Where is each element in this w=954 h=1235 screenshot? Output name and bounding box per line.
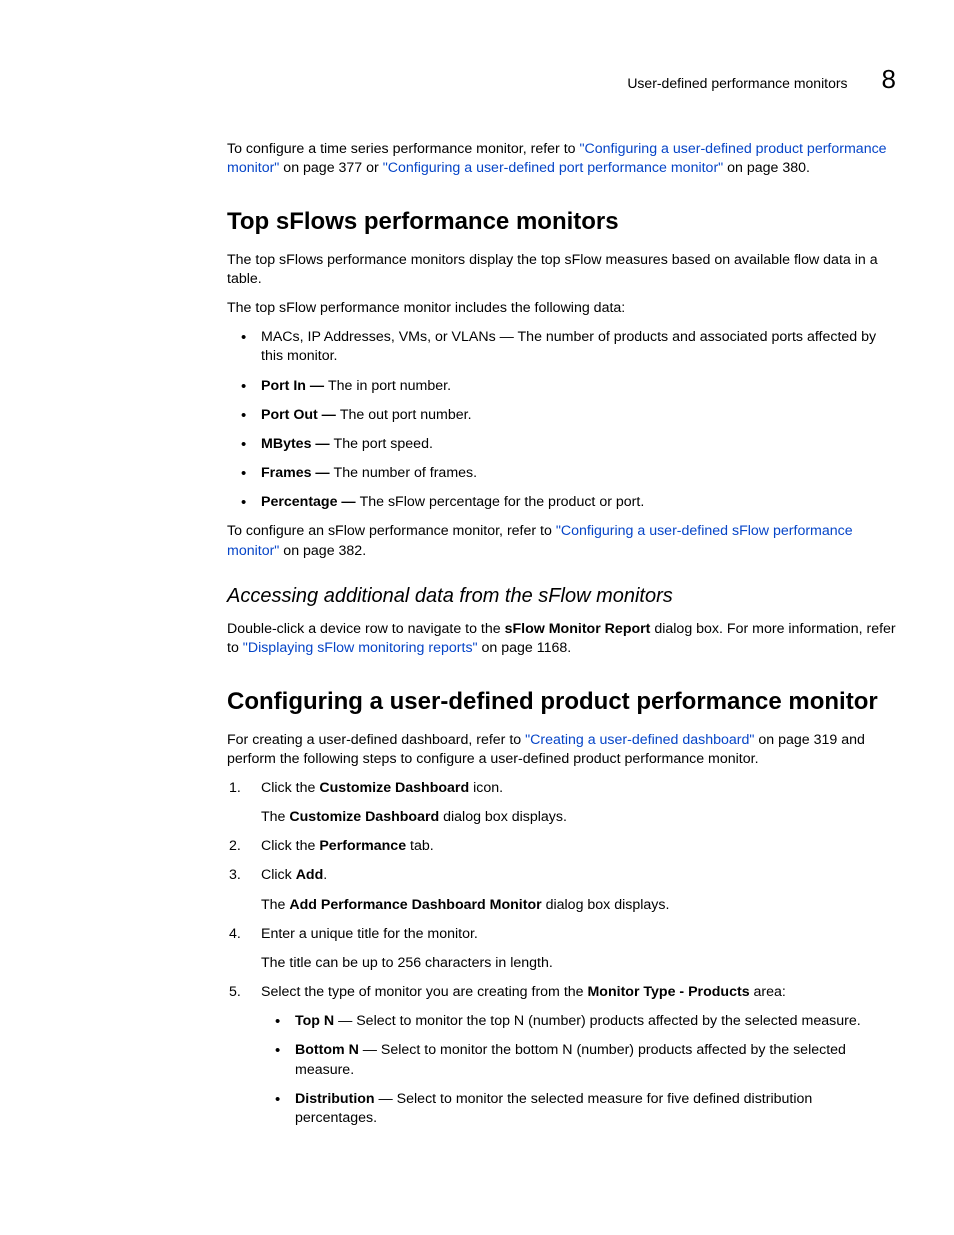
text: . [323,867,327,883]
link-creating-user-defined-dashboard[interactable]: "Creating a user-defined dashboard" [525,732,754,748]
term: Add Performance Dashboard Monitor [289,897,541,913]
text: dialog box displays. [542,897,670,913]
text: The [261,897,289,913]
text: on page 377 or [279,160,382,176]
link-port-perf-monitor[interactable]: "Configuring a user-defined port perform… [383,160,724,176]
paragraph: The top sFlows performance monitors disp… [227,251,896,289]
term: Frames — [261,465,334,481]
page: User-defined performance monitors 8 To c… [0,0,954,1235]
header-title: User-defined performance monitors [627,74,847,93]
term: MBytes — [261,436,334,452]
step-item: Click the Performance tab. [227,837,896,856]
term: Port Out — [261,407,340,423]
term: Monitor Type - Products [587,984,749,1000]
text: To configure an sFlow performance monito… [227,523,556,539]
substep: The title can be up to 256 characters in… [261,954,896,973]
subheading-accessing-data: Accessing additional data from the sFlow… [227,583,896,610]
paragraph: Double-click a device row to navigate to… [227,620,896,658]
text: The [261,809,289,825]
text: The number of frames. [334,465,478,481]
paragraph: To configure an sFlow performance monito… [227,522,896,560]
text: Double-click a device row to navigate to… [227,621,505,637]
running-header: User-defined performance monitors 8 [627,62,896,97]
list-item: Bottom N — Select to monitor the bottom … [261,1041,896,1079]
term: Add [296,867,324,883]
content: To configure a time series performance m… [227,140,896,1128]
step-item: Click the Customize Dashboard icon. The … [227,779,896,827]
steps-list: Click the Customize Dashboard icon. The … [227,779,896,1128]
inner-bullet-list: Top N — Select to monitor the top N (num… [261,1012,896,1128]
text: on page 382. [279,543,366,559]
text: — Select to monitor the bottom N (number… [295,1042,846,1077]
term: Port In — [261,378,328,394]
substep: The Customize Dashboard dialog box displ… [261,808,896,827]
text: tab. [406,838,434,854]
heading-configuring-user-defined: Configuring a user-defined product perfo… [227,686,896,718]
text: To configure a time series performance m… [227,141,579,157]
text: MACs, IP Addresses, VMs, or VLANs — The … [261,329,876,364]
list-item: Distribution — Select to monitor the sel… [261,1090,896,1128]
list-item: Frames — The number of frames. [227,464,896,483]
text: Enter a unique title for the monitor. [261,926,478,942]
text: on page 1168. [478,640,572,656]
text: The sFlow percentage for the product or … [360,494,645,510]
link-displaying-sflow-reports[interactable]: "Displaying sFlow monitoring reports" [243,640,478,656]
list-item: Port In — The in port number. [227,377,896,396]
list-item: MACs, IP Addresses, VMs, or VLANs — The … [227,328,896,366]
chapter-number: 8 [882,62,896,97]
list-item: Port Out — The out port number. [227,406,896,425]
text: on page 380. [723,160,810,176]
term: Performance [319,838,406,854]
bullet-list: MACs, IP Addresses, VMs, or VLANs — The … [227,328,896,512]
step-item: Click Add. The Add Performance Dashboard… [227,866,896,914]
text: — Select to monitor the top N (number) p… [334,1013,861,1029]
text: icon. [469,780,503,796]
paragraph: The top sFlow performance monitor includ… [227,299,896,318]
term: sFlow Monitor Report [505,621,651,637]
text: Click [261,867,296,883]
text: Click the [261,780,319,796]
term: Customize Dashboard [289,809,439,825]
text: Select the type of monitor you are creat… [261,984,587,1000]
term: Percentage — [261,494,360,510]
term: Top N [295,1013,334,1029]
heading-top-sflows: Top sFlows performance monitors [227,206,896,238]
list-item: Percentage — The sFlow percentage for th… [227,493,896,512]
text: For creating a user-defined dashboard, r… [227,732,525,748]
paragraph: For creating a user-defined dashboard, r… [227,731,896,769]
text: area: [750,984,786,1000]
text: The out port number. [340,407,472,423]
text: The port speed. [334,436,433,452]
text: The in port number. [328,378,451,394]
step-item: Select the type of monitor you are creat… [227,983,896,1128]
substep: The Add Performance Dashboard Monitor di… [261,896,896,915]
term: Distribution [295,1091,375,1107]
text: dialog box displays. [439,809,567,825]
list-item: MBytes — The port speed. [227,435,896,454]
list-item: Top N — Select to monitor the top N (num… [261,1012,896,1031]
text: Click the [261,838,319,854]
term: Bottom N [295,1042,359,1058]
intro-paragraph: To configure a time series performance m… [227,140,896,178]
term: Customize Dashboard [319,780,469,796]
step-item: Enter a unique title for the monitor. Th… [227,925,896,973]
